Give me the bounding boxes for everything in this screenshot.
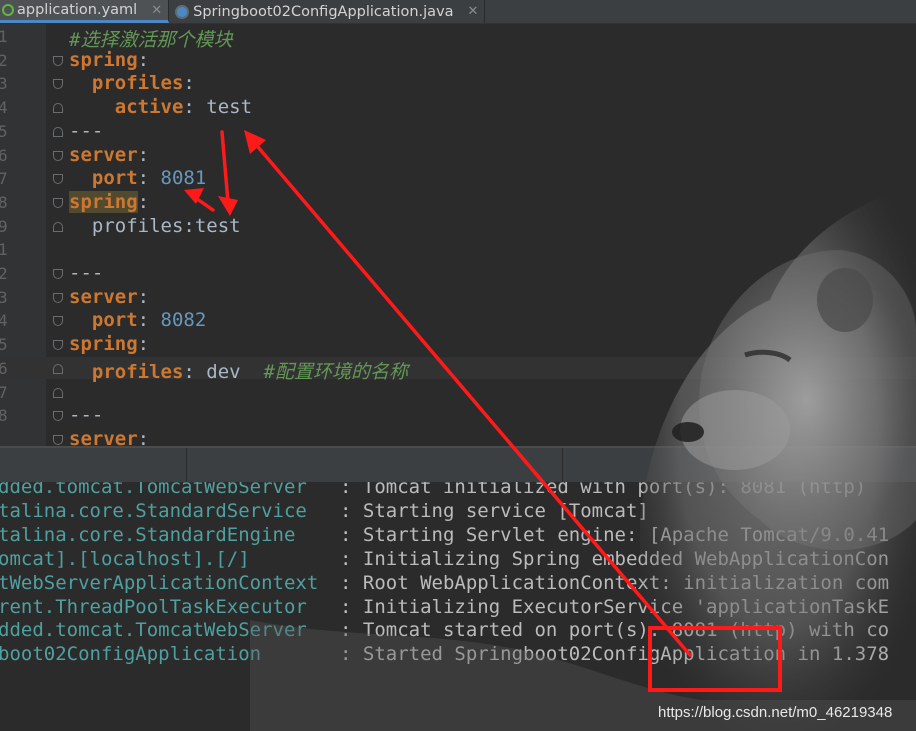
lion-background-image [250,190,916,731]
watermark-text: https://blog.csdn.net/m0_46219348 [658,704,893,721]
